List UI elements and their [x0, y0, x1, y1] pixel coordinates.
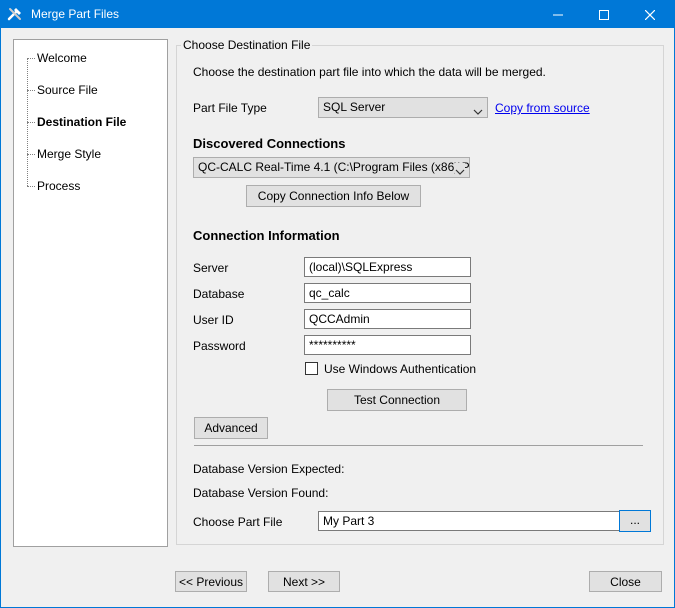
close-window-button[interactable] [627, 1, 673, 28]
minimize-icon [553, 14, 563, 15]
advanced-button[interactable]: Advanced [194, 417, 268, 439]
maximize-icon [599, 9, 609, 20]
merge-part-files-window: Merge Part Files Welcome Source File Des… [0, 0, 675, 608]
test-connection-button[interactable]: Test Connection [327, 389, 467, 411]
database-label: Database [193, 287, 245, 301]
copy-connection-info-button[interactable]: Copy Connection Info Below [246, 185, 421, 207]
next-button[interactable]: Next >> [268, 571, 340, 592]
close-button[interactable]: Close [589, 571, 662, 592]
db-version-expected-label: Database Version Expected: [193, 462, 345, 476]
close-icon [645, 9, 655, 20]
tools-icon [7, 6, 23, 22]
title-bar[interactable]: Merge Part Files [1, 1, 674, 28]
previous-button[interactable]: << Previous [175, 571, 247, 592]
chevron-down-icon [473, 103, 483, 117]
step-label: Source File [37, 83, 98, 97]
choose-part-file-input[interactable]: My Part 3 [318, 511, 620, 531]
choose-part-file-label: Choose Part File [193, 515, 283, 529]
discovered-connections-value: QC-CALC Real-Time 4.1 (C:\Program Files … [198, 160, 470, 174]
copy-from-source-link[interactable]: Copy from source [495, 101, 590, 115]
password-input[interactable]: ********** [304, 335, 471, 355]
windows-auth-label: Use Windows Authentication [324, 362, 477, 376]
chevron-down-icon [455, 163, 465, 177]
window-title: Merge Part Files [31, 7, 120, 21]
browse-part-file-button[interactable]: ... [619, 510, 651, 532]
maximize-button[interactable] [581, 1, 627, 28]
minimize-button[interactable] [535, 1, 581, 28]
step-label: Merge Style [37, 147, 102, 161]
previous-label: << Previous [178, 575, 244, 589]
server-input[interactable]: (local)\SQLExpress [304, 257, 471, 277]
userid-input[interactable]: QCCAdmin [304, 309, 471, 329]
step-label: Process [37, 179, 81, 193]
part-file-type-label: Part File Type [193, 101, 267, 115]
next-label: Next >> [282, 575, 326, 589]
password-label: Password [193, 339, 246, 353]
part-file-type-value: SQL Server [323, 100, 386, 114]
wizard-steps-tree: Welcome Source File Destination File Mer… [13, 39, 168, 547]
discovered-connections-heading: Discovered Connections [193, 136, 346, 151]
server-label: Server [193, 261, 229, 275]
separator [194, 445, 643, 446]
step-label: Destination File [37, 115, 127, 129]
description-text: Choose the destination part file into wh… [193, 65, 546, 79]
database-input[interactable]: qc_calc [304, 283, 471, 303]
connection-information-heading: Connection Information [193, 228, 340, 243]
group-title: Choose Destination File [181, 38, 313, 52]
userid-label: User ID [193, 313, 234, 327]
part-file-type-select[interactable]: SQL Server [318, 97, 488, 118]
close-label: Close [610, 575, 641, 589]
discovered-connections-select[interactable]: QC-CALC Real-Time 4.1 (C:\Program Files … [193, 157, 470, 178]
windows-auth-checkbox[interactable] [305, 362, 318, 375]
db-version-found-label: Database Version Found: [193, 486, 329, 500]
step-label: Welcome [37, 51, 87, 65]
